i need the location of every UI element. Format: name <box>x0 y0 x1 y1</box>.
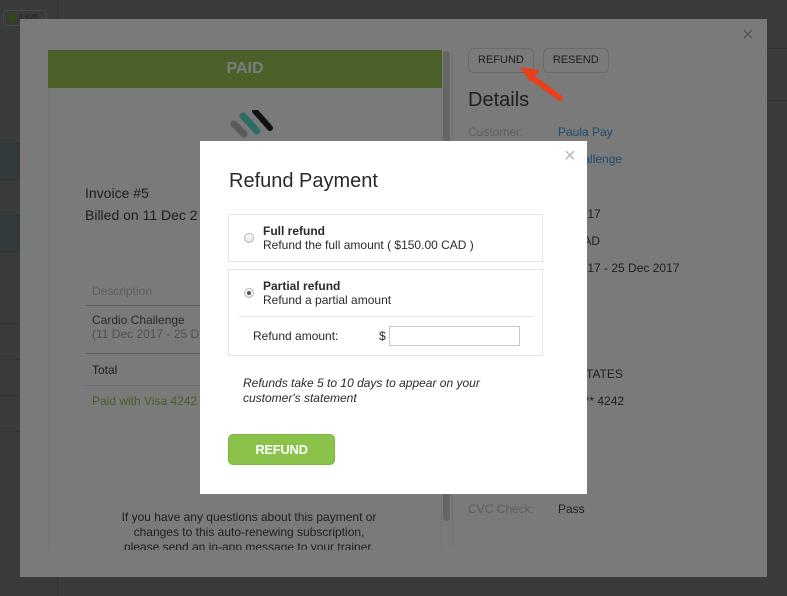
close-icon[interactable]: × <box>564 146 576 166</box>
annotation-arrow-icon <box>520 67 563 101</box>
background-row <box>0 108 20 144</box>
background-divider <box>766 100 787 101</box>
detail-label: CVC Check: <box>468 502 535 516</box>
paid-status-banner: PAID <box>48 50 442 88</box>
footer-questions-line: changes to this auto-renewing subscripti… <box>133 525 365 539</box>
partial-refund-radio[interactable] <box>244 288 254 298</box>
divider <box>239 316 534 317</box>
full-refund-option[interactable]: Full refund Refund the full amount ( $15… <box>228 214 543 262</box>
background-row <box>0 324 20 360</box>
dialog-title: Refund Payment <box>229 170 378 192</box>
customer-link[interactable]: Paula Pay <box>558 125 613 139</box>
partial-refund-option[interactable]: Partial refund Refund a partial amount R… <box>228 269 543 356</box>
detail-customer: Customer: Paula Pay <box>468 125 613 139</box>
refund-amount-input[interactable] <box>389 326 520 346</box>
refund-amount-label: Refund amount: <box>253 329 339 343</box>
option-title: Partial refund <box>263 279 341 293</box>
brand-logo-icon <box>230 110 273 138</box>
option-title: Full refund <box>263 224 325 238</box>
submit-refund-button[interactable]: REFUND <box>228 434 335 465</box>
footer-questions-line: please send an in-app message to your tr… <box>123 540 375 550</box>
background-divider <box>766 48 787 49</box>
detail-cvc: CVC Check: Pass <box>468 502 585 516</box>
currency-symbol: $ <box>379 329 386 343</box>
close-icon[interactable]: × <box>742 25 754 45</box>
detail-label: Customer: <box>468 125 524 139</box>
invoice-number: Invoice #5 <box>85 185 149 201</box>
footer-questions-line: If you have any questions about this pay… <box>121 510 377 524</box>
refund-payment-dialog: × Refund Payment Full refund Refund the … <box>200 141 587 494</box>
refund-timing-note: Refunds take 5 to 10 days to appear on y… <box>243 376 480 405</box>
background-row <box>0 144 20 180</box>
background-row <box>0 180 20 216</box>
background-row <box>0 216 20 252</box>
option-description: Refund the full amount ( $150.00 CAD ) <box>263 238 474 252</box>
invoice-billed-date: Billed on 11 Dec 2 <box>85 207 198 223</box>
option-description: Refund a partial amount <box>263 293 392 307</box>
live-dot-icon <box>8 14 16 22</box>
background-row <box>0 360 20 396</box>
background-row <box>0 288 20 324</box>
detail-value: Pass <box>558 502 585 516</box>
background-row <box>0 396 20 432</box>
full-refund-radio[interactable] <box>244 233 254 243</box>
